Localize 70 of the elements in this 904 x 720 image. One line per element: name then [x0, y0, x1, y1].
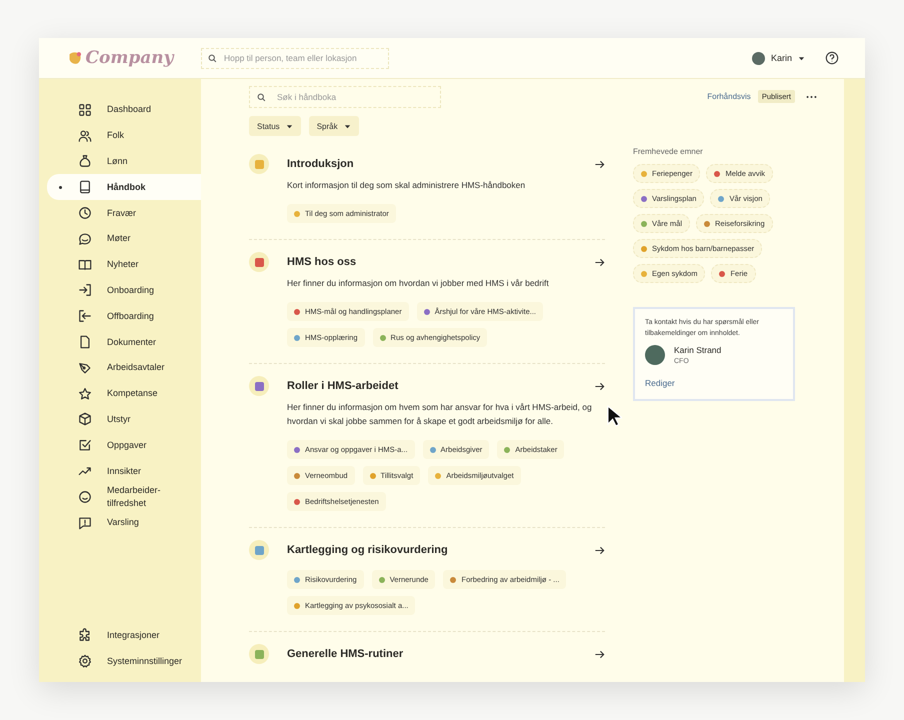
edit-link[interactable]: Rediger	[645, 378, 675, 388]
sidebar-item[interactable]: Fravær	[39, 200, 201, 226]
people-icon	[78, 128, 92, 143]
arrow-right-icon[interactable]	[594, 158, 605, 170]
avatar	[645, 345, 665, 365]
sidebar-item[interactable]: Arbeidsavtaler	[39, 354, 201, 381]
sidebar-item[interactable]: Onboarding	[39, 278, 201, 304]
preview-link[interactable]: Forhåndsvis	[707, 92, 751, 101]
book-icon	[78, 180, 92, 194]
pen-icon	[78, 360, 92, 375]
more-icon[interactable]	[806, 94, 817, 98]
help-icon[interactable]	[825, 51, 839, 65]
caret-icon[interactable]	[798, 54, 805, 62]
sidebar-item[interactable]: Nyheter	[39, 252, 201, 278]
settings-icon	[78, 654, 92, 668]
sidebar-item[interactable]: Medarbeider- tilfredshet	[39, 484, 201, 510]
logo-icon	[66, 50, 84, 66]
section-title[interactable]: Introduksjon	[287, 158, 576, 170]
featured-heading: Fremhevede emner	[633, 147, 704, 156]
sign-in-icon	[78, 283, 92, 298]
sidebar-item[interactable]: Folk	[39, 122, 201, 149]
arrow-right-icon[interactable]	[594, 256, 605, 268]
alert-message-icon	[78, 516, 92, 530]
grid-icon	[78, 102, 92, 117]
sidebar-item[interactable]: Offboarding	[39, 303, 201, 330]
sidebar-item[interactable]: Integrasjoner	[39, 622, 201, 648]
arrow-right-icon[interactable]	[594, 380, 605, 392]
user-name[interactable]: Karin	[770, 53, 792, 63]
document-icon	[78, 335, 92, 350]
search-field[interactable]: Hopp til person, team eller lokasjon	[201, 48, 389, 68]
arrow-right-icon[interactable]	[594, 544, 605, 556]
sidebar-item[interactable]: Dashboard	[39, 97, 201, 123]
sidebar-item[interactable]: Møter	[39, 226, 201, 252]
section-title[interactable]: HMS hos oss	[287, 256, 576, 268]
money-bag-icon	[78, 154, 92, 168]
section-description: Her finner du informasjon om hvem som har ansvar for hva i vårt HMS-arbeid, og hvordan vi skal jobbe sammen for å skape et godt arbeidsmiljø for alle.	[287, 401, 593, 428]
section-description: Her finner du informasjon om hvordan vi jobber med HMS i vår bedrift	[287, 277, 550, 290]
checkbox-icon	[78, 438, 92, 452]
sidebar-item[interactable]: Varsling	[39, 510, 201, 536]
chat-icon	[78, 232, 92, 246]
star-icon	[78, 386, 92, 401]
sidebar-item[interactable]: Systeminnstillinger	[39, 648, 201, 674]
contact-name: Karin Strand	[674, 345, 722, 355]
search-icon	[257, 92, 266, 102]
cube-icon	[78, 412, 92, 426]
caret-icon	[344, 122, 351, 130]
sidebar-item[interactable]: Innsikter	[39, 458, 201, 484]
puzzle-icon	[78, 628, 92, 642]
avatar[interactable]	[752, 52, 765, 64]
sidebar-item[interactable]: Dokumenter	[39, 329, 201, 355]
section-title[interactable]: Roller i HMS-arbeidet	[287, 380, 576, 392]
clock-icon	[78, 206, 92, 220]
sidebar-item[interactable]: Kompetanse	[39, 380, 201, 407]
open-book-icon	[78, 258, 92, 272]
sign-out-icon	[78, 309, 92, 324]
section-title[interactable]: Generelle HMS-rutiner	[287, 648, 576, 660]
search-field[interactable]: Søk i håndboka	[249, 86, 441, 108]
sidebar-item[interactable]: Lønn	[39, 148, 201, 174]
filter-dropdown[interactable]: Språk	[308, 116, 359, 136]
caret-icon	[286, 122, 293, 130]
smiley-icon	[78, 490, 92, 504]
section-description: Kort informasjon til deg som skal administrere HMS-håndboken	[287, 179, 526, 192]
sidebar-item[interactable]: Utstyr	[39, 406, 201, 432]
cursor-icon	[607, 405, 622, 428]
arrow-right-icon[interactable]	[594, 648, 605, 660]
sidebar-item[interactable]: Håndbok	[47, 174, 201, 200]
sidebar-item[interactable]: Oppgaver	[39, 432, 201, 458]
filter-dropdown[interactable]: Status	[249, 116, 301, 136]
section-title[interactable]: Kartlegging og risikovurdering	[287, 544, 576, 556]
search-icon	[208, 54, 217, 62]
